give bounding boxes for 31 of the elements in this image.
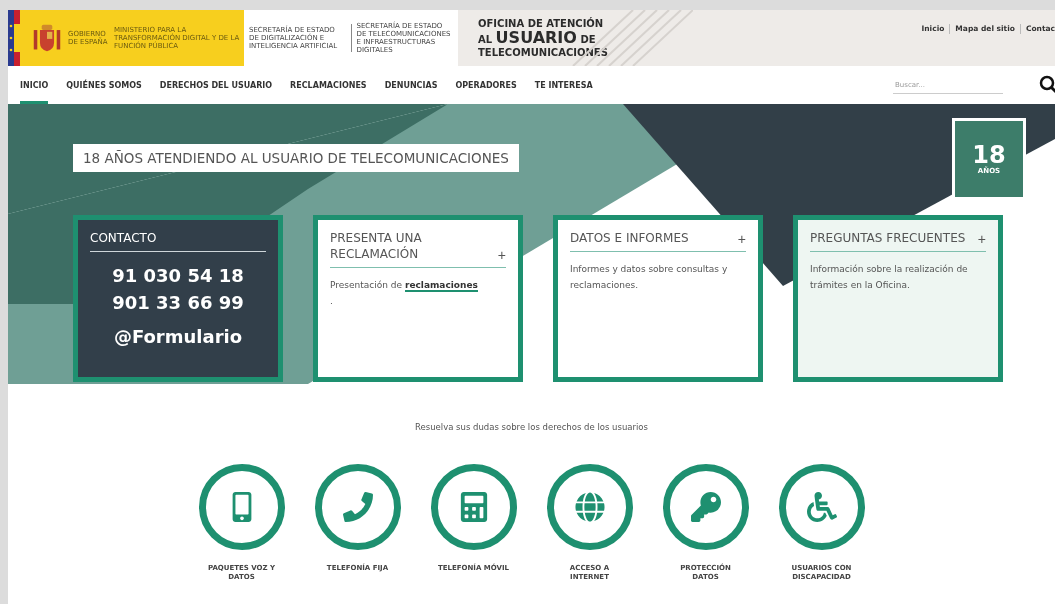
badge-number: 18: [972, 143, 1006, 167]
card-description: Información sobre la realización de trámites en la Oficina.: [810, 263, 969, 292]
nav-item[interactable]: TE INTERESA: [534, 66, 593, 104]
globe-icon: [574, 492, 605, 522]
site-title: OFICINA DE ATENCIÓN: [478, 18, 605, 30]
card-title: DATOS E INFORMES: [570, 230, 689, 247]
phone-number: 91 030 54 18: [111, 264, 245, 289]
card-description: Presentación de reclamaciones .: [330, 279, 479, 309]
hero-headline: 18 AÑOS ATENDIENDO AL USUARIO DE TELECOMUNICACIONES: [73, 144, 519, 172]
site-title: TELECOMUNICACIONES: [478, 46, 608, 58]
card-description: Informes y datos sobre consultas y reclamaciones.: [570, 263, 729, 292]
search-icon[interactable]: [1039, 75, 1055, 95]
nav-item[interactable]: QUIÉNES SOMOS: [66, 66, 142, 104]
reclamaciones-link[interactable]: reclamaciones: [404, 280, 478, 293]
wheelchair-icon: [806, 492, 837, 522]
expand-button[interactable]: +: [497, 248, 506, 263]
telephone-icon: [342, 492, 373, 522]
nav-item[interactable]: DERECHOS DEL USUARIO: [159, 66, 273, 104]
expand-button[interactable]: +: [737, 232, 746, 247]
nav-item[interactable]: DENUNCIAS: [384, 66, 438, 104]
rights-intro: Resuelva sus dudas sobre los derechos de los usuarios: [415, 422, 648, 432]
nav-item[interactable]: RECLAMACIONES: [290, 66, 367, 104]
nav-item[interactable]: OPERADORES: [455, 66, 517, 104]
card-title: PREGUNTAS FRECUENTES: [810, 230, 966, 247]
phone-number: 901 33 66 99: [111, 291, 245, 316]
card-title: PRESENTA UNA RECLAMACIÓN: [330, 230, 423, 263]
expand-button[interactable]: +: [977, 232, 986, 247]
form-link[interactable]: @Formulario: [90, 326, 266, 348]
key-icon: [690, 492, 721, 522]
site-title: AL USUARIO DE: [478, 29, 597, 47]
card-title: CONTACTO: [90, 230, 157, 247]
